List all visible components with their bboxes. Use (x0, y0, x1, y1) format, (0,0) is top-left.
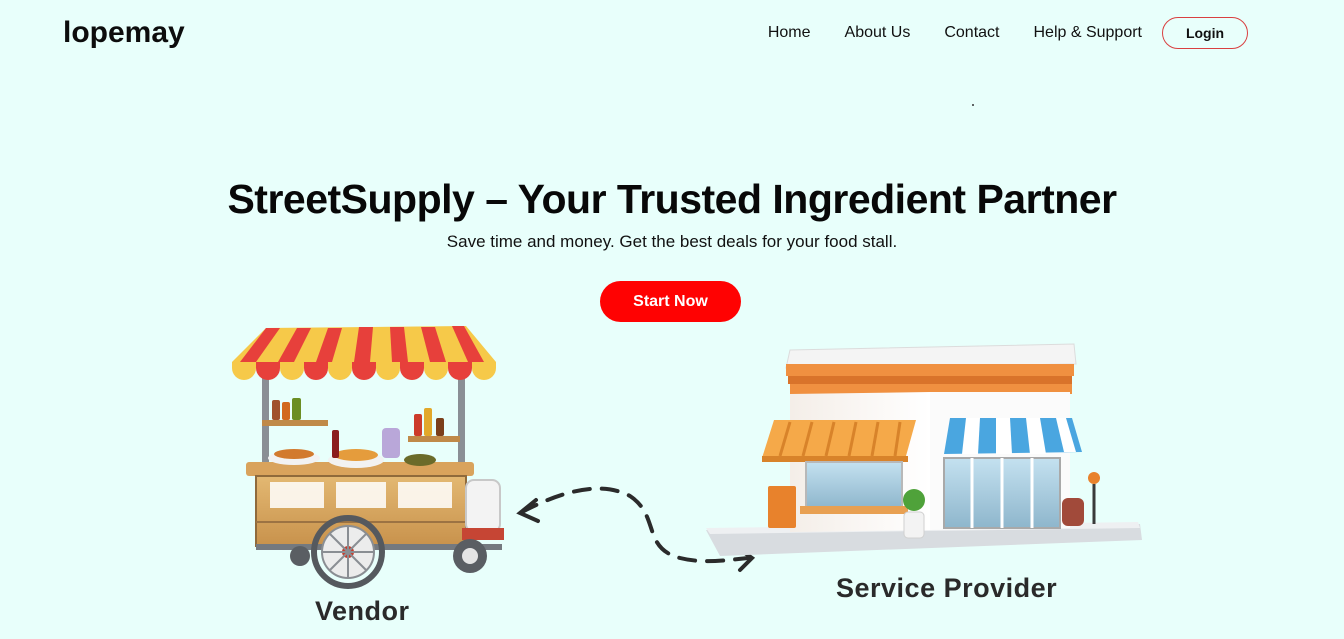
vendor-label: Vendor (315, 596, 410, 626)
hero-illustration (232, 326, 1142, 589)
food-cart-icon (232, 326, 504, 589)
service-provider-label: Service Provider (836, 573, 1058, 603)
store-building-icon (706, 343, 1142, 556)
